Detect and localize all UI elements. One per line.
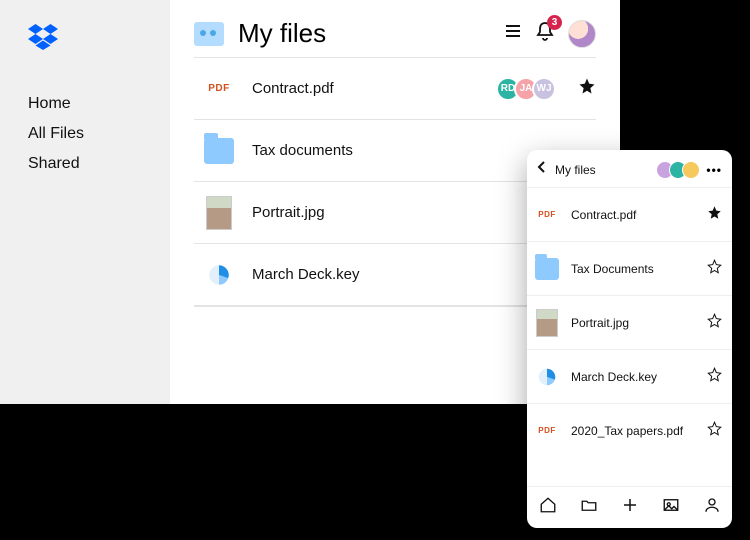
mobile-file-list: PDF Contract.pdf Tax Documents Portrait.… bbox=[527, 187, 732, 486]
page-header: My files 3 bbox=[194, 18, 596, 49]
file-name: 2020_Tax papers.pdf bbox=[571, 424, 707, 438]
dropbox-logo-icon bbox=[28, 24, 142, 55]
file-row[interactable]: Tax Documents bbox=[527, 241, 732, 295]
image-thumbnail-icon bbox=[535, 311, 559, 335]
file-row[interactable]: PDF 2020_Tax papers.pdf bbox=[527, 403, 732, 457]
nav-account-icon[interactable] bbox=[703, 496, 721, 519]
notification-badge: 3 bbox=[547, 15, 562, 30]
mobile-share-avatars[interactable] bbox=[661, 161, 700, 179]
mobile-header: My files ••• bbox=[527, 150, 732, 187]
file-name: Tax Documents bbox=[571, 262, 707, 276]
keynote-icon bbox=[535, 365, 559, 389]
file-name: Contract.pdf bbox=[571, 208, 707, 222]
star-icon[interactable] bbox=[707, 367, 722, 387]
nav-add-icon[interactable] bbox=[621, 496, 639, 519]
file-row[interactable]: PDF Contract.pdf RD JA WJ bbox=[194, 58, 596, 120]
file-name: Portrait.jpg bbox=[571, 316, 707, 330]
back-icon[interactable] bbox=[535, 160, 549, 179]
file-row[interactable]: Portrait.jpg bbox=[527, 295, 732, 349]
avatar-icon bbox=[682, 161, 700, 179]
nav-photos-icon[interactable] bbox=[662, 496, 680, 519]
pdf-icon: PDF bbox=[535, 203, 559, 227]
shared-folder-icon bbox=[194, 22, 224, 46]
star-icon[interactable] bbox=[707, 259, 722, 279]
mobile-window: My files ••• PDF Contract.pdf Tax Docume… bbox=[527, 150, 732, 528]
file-row[interactable]: March Deck.key bbox=[527, 349, 732, 403]
profile-avatar[interactable] bbox=[568, 20, 596, 48]
nav-home[interactable]: Home bbox=[28, 89, 142, 119]
star-icon[interactable] bbox=[578, 77, 596, 100]
image-thumbnail-icon bbox=[204, 198, 234, 228]
keynote-icon bbox=[204, 260, 234, 290]
mobile-nav-bar bbox=[527, 486, 732, 528]
nav-all-files[interactable]: All Files bbox=[28, 119, 142, 149]
folder-icon bbox=[535, 257, 559, 281]
pdf-icon: PDF bbox=[204, 74, 234, 104]
mobile-title: My files bbox=[555, 163, 655, 177]
star-icon[interactable] bbox=[707, 313, 722, 333]
folder-icon bbox=[204, 136, 234, 166]
sidebar: Home All Files Shared bbox=[0, 0, 170, 404]
file-name: March Deck.key bbox=[571, 370, 707, 384]
nav-home-icon[interactable] bbox=[539, 496, 557, 519]
more-icon[interactable]: ••• bbox=[706, 163, 722, 177]
list-view-icon[interactable] bbox=[504, 22, 522, 45]
page-title: My files bbox=[238, 18, 504, 49]
nav-shared[interactable]: Shared bbox=[28, 149, 142, 179]
nav-files-icon[interactable] bbox=[580, 496, 598, 519]
avatar-badge: WJ bbox=[532, 77, 556, 101]
star-icon[interactable] bbox=[707, 421, 722, 441]
file-name: Contract.pdf bbox=[252, 80, 502, 97]
star-icon[interactable] bbox=[707, 205, 722, 225]
share-avatars: RD JA WJ bbox=[502, 77, 556, 101]
notifications-icon[interactable]: 3 bbox=[536, 21, 554, 46]
file-row[interactable]: PDF Contract.pdf bbox=[527, 187, 732, 241]
pdf-icon: PDF bbox=[535, 419, 559, 443]
